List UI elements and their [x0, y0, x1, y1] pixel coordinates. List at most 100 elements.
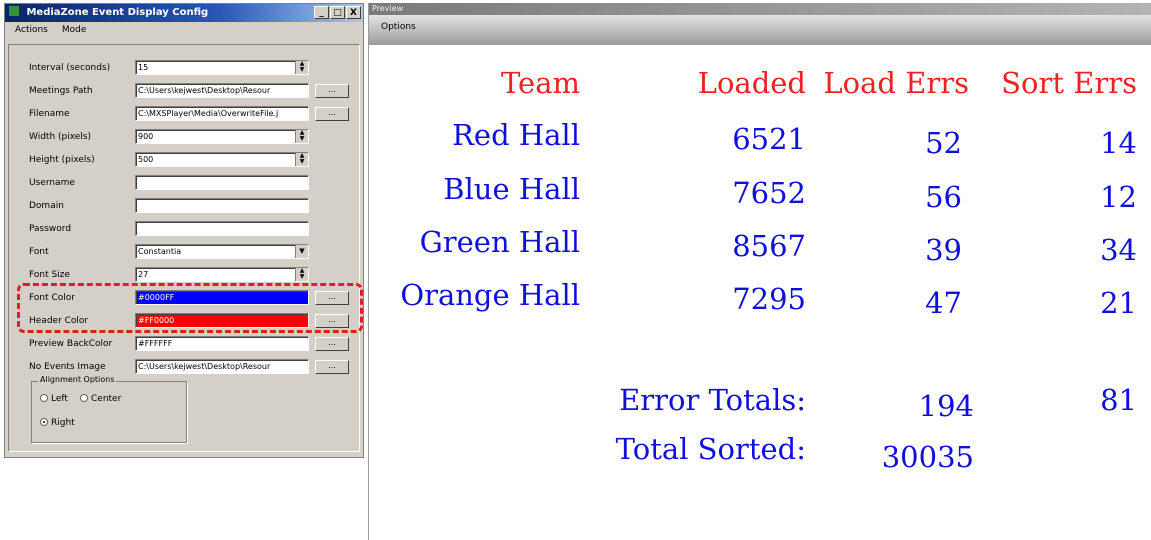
domain-input[interactable]	[135, 198, 309, 213]
no-events-image-input[interactable]: C:\Users\kejwest\Desktop\Resour	[135, 359, 309, 374]
interval-spinner[interactable]: ▲ ▼	[295, 61, 308, 74]
filename-input[interactable]: C:\MXSPlayer\Media\OverwriteFile.j	[135, 106, 309, 121]
width-input[interactable]: 900 ▲ ▼	[135, 129, 309, 144]
width-label: Width (pixels)	[29, 132, 92, 142]
interval-input[interactable]: 15 ▲ ▼	[135, 60, 309, 75]
filename-browse-button[interactable]: ...	[315, 107, 349, 121]
preview-title-bar[interactable]: Preview	[369, 3, 1151, 15]
font-size-row: Font Size 27 ▲ ▼	[9, 266, 359, 284]
row-load-errs-value: 39	[925, 233, 962, 267]
meetings-path-input[interactable]: C:\Users\kejwest\Desktop\Resour	[135, 83, 309, 98]
width-row: Width (pixels) 900 ▲ ▼	[9, 128, 359, 146]
error-totals-label: Error Totals:	[619, 383, 806, 417]
font-row: Font Constantia ▼	[9, 243, 359, 261]
align-left-label: Left	[51, 394, 68, 404]
font-size-label: Font Size	[29, 270, 70, 280]
height-value: 500	[138, 155, 154, 164]
menu-actions[interactable]: Actions	[15, 22, 48, 38]
username-row: Username	[9, 174, 359, 192]
preview-backcolor-browse-button[interactable]: ...	[315, 337, 349, 351]
font-value: Constantia	[138, 247, 182, 256]
alignment-group: Alignment Options Left Center Right	[31, 375, 187, 443]
font-size-spinner[interactable]: ▲ ▼	[295, 268, 308, 281]
height-label: Height (pixels)	[29, 155, 95, 165]
row-load-errs-value: 47	[925, 286, 962, 320]
config-window: MediaZone Event Display Config _ □ X Act…	[4, 3, 364, 458]
username-input[interactable]	[135, 175, 309, 190]
radio-icon	[40, 394, 48, 402]
password-label: Password	[29, 224, 72, 234]
domain-label: Domain	[29, 201, 64, 211]
font-size-value: 27	[138, 270, 149, 279]
row-team-name: Orange Hall	[400, 278, 580, 312]
width-spinner[interactable]: ▲ ▼	[295, 130, 308, 143]
width-value: 900	[138, 132, 154, 141]
radio-selected-icon	[40, 418, 48, 426]
font-size-input[interactable]: 27 ▲ ▼	[135, 267, 309, 282]
row-team-name: Blue Hall	[443, 172, 580, 206]
preview-backcolor-label: Preview BackColor	[29, 339, 113, 349]
row-loaded-value: 8567	[732, 229, 806, 263]
config-window-title: MediaZone Event Display Config	[26, 7, 209, 18]
preview-backcolor-input[interactable]: #FFFFFF	[135, 336, 309, 351]
row-sort-errs-value: 12	[1100, 180, 1137, 214]
header-team: Team	[500, 66, 580, 100]
config-menu-bar: Actions Mode	[5, 22, 363, 38]
row-load-errs-value: 52	[925, 126, 962, 160]
header-load-errs: Load Errs	[823, 66, 969, 100]
app-icon	[9, 6, 19, 16]
alignment-group-title: Alignment Options	[38, 375, 117, 384]
filename-row: Filename C:\MXSPlayer\Media\OverwriteFil…	[9, 105, 359, 123]
no-events-image-label: No Events Image	[29, 362, 106, 372]
preview-window: Preview Options Team Loaded Load Errs So…	[368, 3, 1151, 540]
meetings-path-browse-button[interactable]: ...	[315, 84, 349, 98]
filename-label: Filename	[29, 109, 70, 119]
menu-options[interactable]: Options	[381, 22, 416, 32]
meetings-path-label: Meetings Path	[29, 86, 93, 96]
header-sort-errs: Sort Errs	[1001, 66, 1137, 100]
row-team-name: Red Hall	[452, 118, 580, 152]
domain-row: Domain	[9, 197, 359, 215]
total-sorted-label: Total Sorted:	[615, 432, 806, 466]
height-input[interactable]: 500 ▲ ▼	[135, 152, 309, 167]
username-label: Username	[29, 178, 75, 188]
chevron-down-icon[interactable]: ▼	[295, 245, 308, 258]
row-sort-errs-value: 21	[1100, 286, 1137, 320]
close-button[interactable]: X	[346, 6, 361, 19]
height-row: Height (pixels) 500 ▲ ▼	[9, 151, 359, 169]
error-totals-sort-errs: 81	[1100, 383, 1137, 417]
height-spinner[interactable]: ▲ ▼	[295, 153, 308, 166]
preview-menu-bar: Options	[369, 15, 1151, 45]
no-events-image-browse-button[interactable]: ...	[315, 360, 349, 374]
error-totals-load-errs: 194	[918, 389, 974, 423]
row-sort-errs-value: 34	[1100, 233, 1137, 267]
align-center-label: Center	[91, 394, 122, 404]
row-loaded-value: 7652	[732, 176, 806, 210]
align-left-radio[interactable]: Left	[40, 394, 68, 404]
row-load-errs-value: 56	[925, 180, 962, 214]
row-sort-errs-value: 14	[1100, 126, 1137, 160]
font-select[interactable]: Constantia ▼	[135, 244, 309, 259]
radio-icon	[80, 394, 88, 402]
menu-mode[interactable]: Mode	[62, 22, 87, 38]
align-right-radio[interactable]: Right	[40, 418, 75, 428]
no-events-image-row: No Events Image C:\Users\kejwest\Desktop…	[9, 358, 359, 376]
interval-value: 15	[138, 63, 149, 72]
maximize-button[interactable]: □	[330, 6, 345, 19]
row-loaded-value: 6521	[732, 122, 806, 156]
preview-backcolor-row: Preview BackColor #FFFFFF ...	[9, 335, 359, 353]
align-right-label: Right	[51, 418, 75, 428]
total-sorted-value: 30035	[881, 440, 974, 474]
color-highlight-outline	[17, 283, 363, 333]
row-team-name: Green Hall	[419, 225, 580, 259]
font-label: Font	[29, 247, 49, 257]
password-input[interactable]	[135, 221, 309, 236]
password-row: Password	[9, 220, 359, 238]
config-title-bar[interactable]: MediaZone Event Display Config _ □ X	[5, 4, 363, 22]
align-center-radio[interactable]: Center	[80, 394, 121, 404]
config-form: Interval (seconds) 15 ▲ ▼ Meetings Path C…	[8, 44, 363, 452]
row-loaded-value: 7295	[732, 282, 806, 316]
header-loaded: Loaded	[697, 66, 806, 100]
minimize-button[interactable]: _	[314, 6, 329, 19]
interval-row: Interval (seconds) 15 ▲ ▼	[9, 59, 359, 77]
